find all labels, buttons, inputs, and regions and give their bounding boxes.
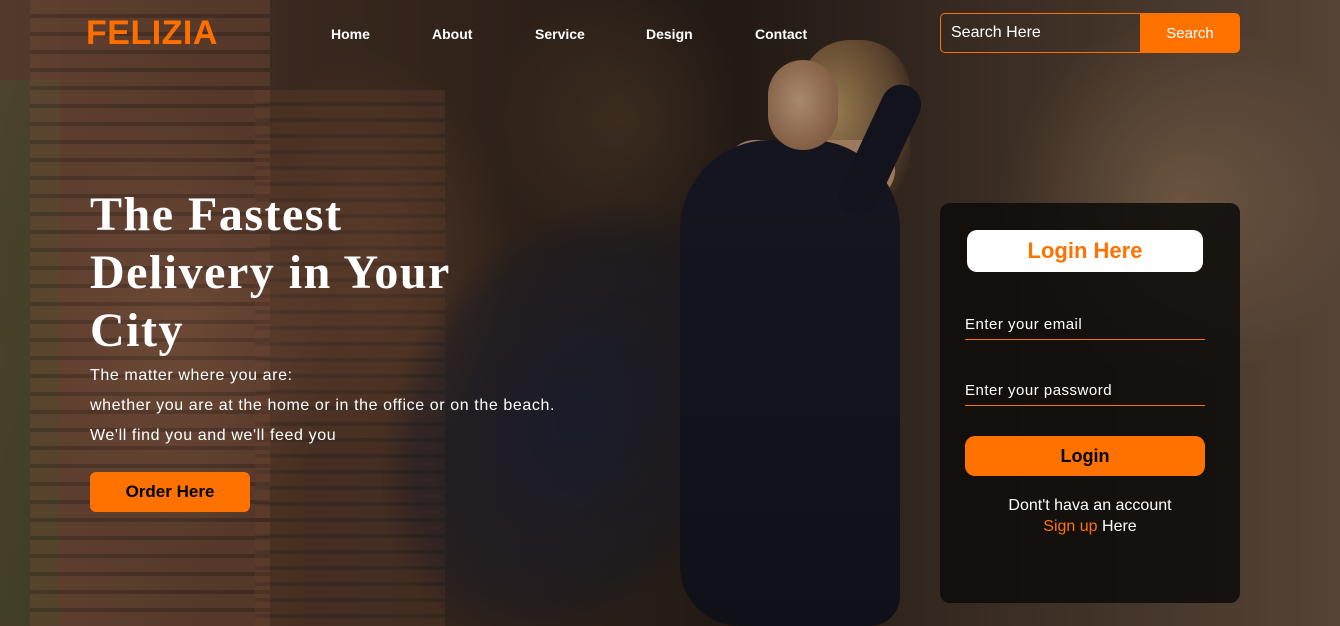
nav-item-contact[interactable]: Contact — [755, 26, 807, 42]
login-button[interactable]: Login — [965, 436, 1205, 476]
email-field[interactable] — [965, 310, 1205, 340]
brand-logo[interactable]: FELIZIA — [86, 14, 218, 53]
password-field[interactable] — [965, 376, 1205, 406]
signup-prefix-text: Dont't hava an account — [1008, 497, 1172, 514]
signup-prompt: Dont't hava an account Sign up Here — [940, 495, 1240, 537]
signup-line: Sign up Here — [940, 516, 1240, 537]
nav-item-service[interactable]: Service — [535, 26, 585, 42]
search-bar: Search — [940, 13, 1240, 53]
search-input[interactable] — [940, 13, 1140, 53]
signup-suffix-text: Here — [1097, 518, 1137, 535]
search-button[interactable]: Search — [1140, 13, 1240, 53]
login-title: Login Here — [967, 230, 1203, 272]
hero-title: The Fastest Delivery in Your City — [90, 188, 450, 357]
hero-line: The matter where you are: — [90, 367, 293, 384]
login-card: Login Here Login Dont't hava an account … — [940, 203, 1240, 603]
nav-item-design[interactable]: Design — [646, 26, 693, 42]
hero-line: whether you are at the home or in the of… — [90, 397, 556, 414]
nav-item-home[interactable]: Home — [331, 26, 370, 42]
hero-line: We'll find you and we'll feed you — [90, 427, 337, 444]
signup-link[interactable]: Sign up — [1043, 518, 1097, 535]
nav-item-about[interactable]: About — [432, 26, 472, 42]
order-here-button[interactable]: Order Here — [90, 472, 250, 512]
hero-description: The matter where you are: whether you ar… — [90, 361, 650, 451]
